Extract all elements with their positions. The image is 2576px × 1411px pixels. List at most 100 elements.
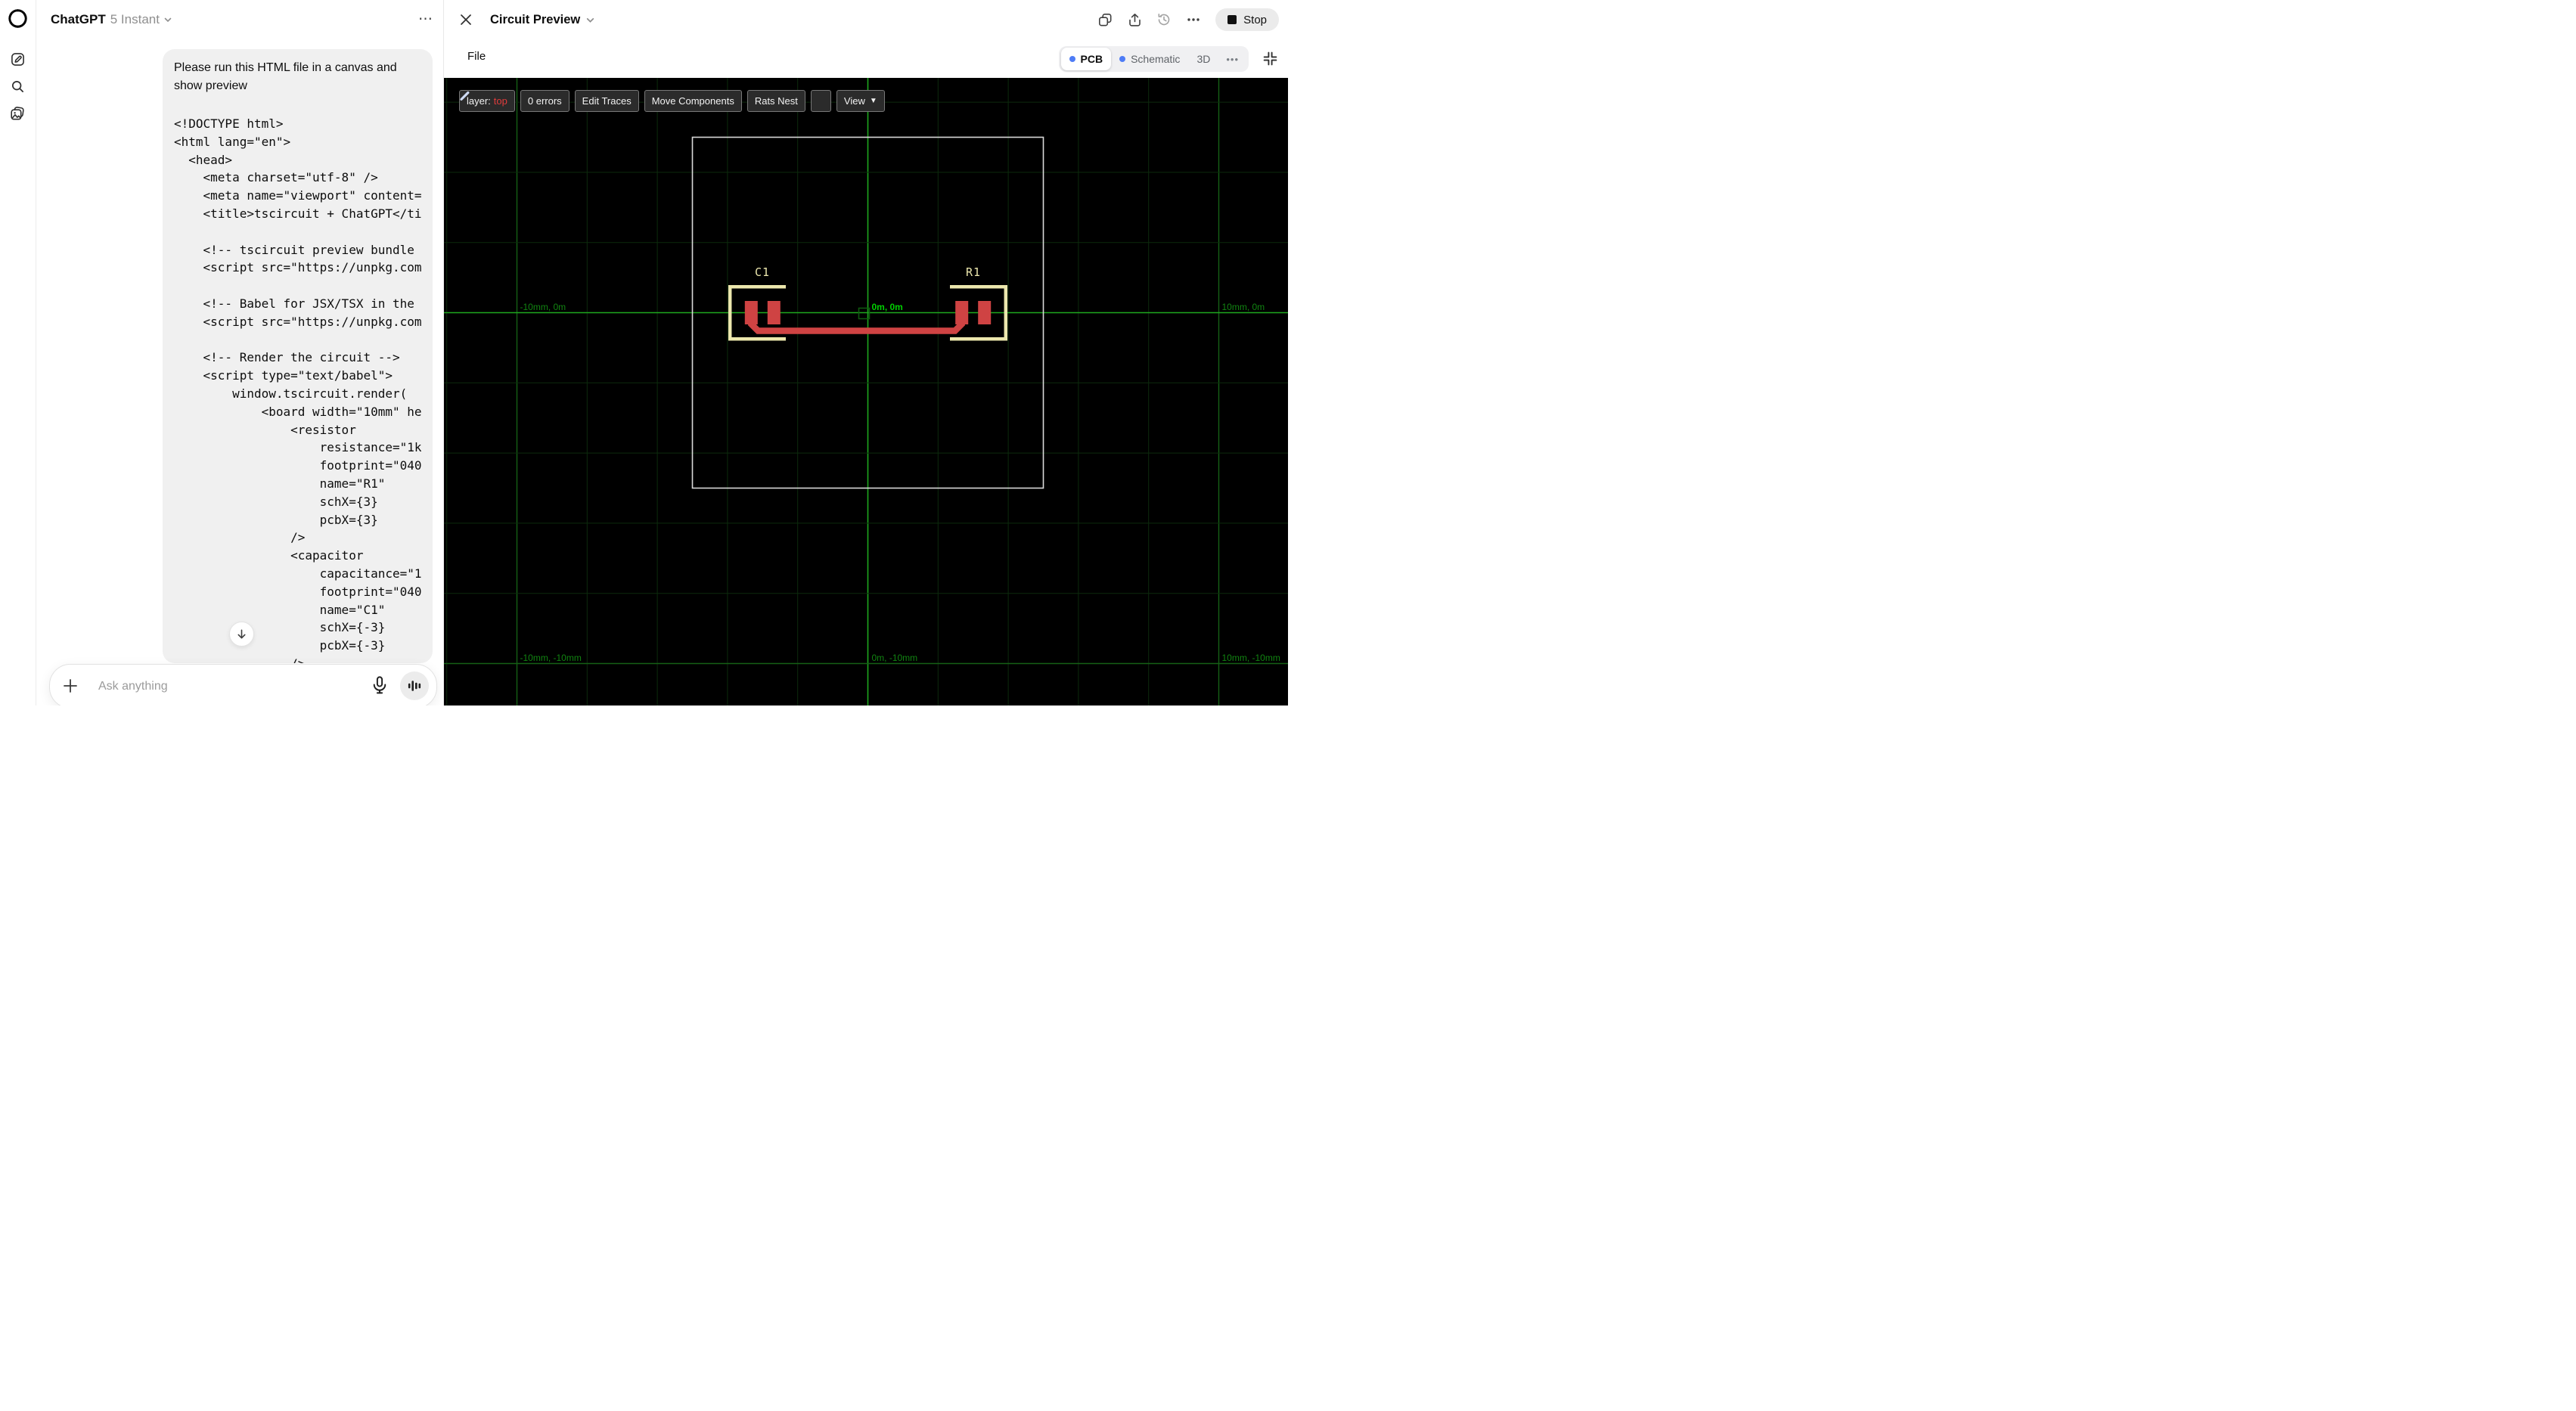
view-caret-icon: ▼ <box>869 97 877 105</box>
grid-coordinate-label: 0m, 0m <box>871 301 903 312</box>
grid-coordinate-label: 10mm, -10mm <box>1221 652 1280 663</box>
code-line: footprint="040 <box>174 458 421 473</box>
code-line: <!-- Babel for JSX/TSX in the <box>174 296 414 311</box>
edit-trace-pencil-icon[interactable] <box>460 90 831 112</box>
code-line: <script src="https://unpkg.com <box>174 314 421 329</box>
code-line: name="C1" <box>174 602 386 617</box>
pcb-toolbar-button[interactable]: Move Components <box>644 90 742 112</box>
code-line: <script type="text/babel"> <box>174 368 393 383</box>
search-icon[interactable] <box>8 77 26 95</box>
preview-title-chevron-down-icon[interactable] <box>585 15 595 25</box>
pcb-trace[interactable] <box>748 318 965 334</box>
preview-actions: Stop <box>1097 0 1279 39</box>
model-name[interactable]: 5 Instant <box>110 12 160 27</box>
app-window: ChatGPT 5 Instant ⋯ Please run this HTML… <box>0 0 1288 706</box>
code-line: <html lang="en"> <box>174 134 291 149</box>
share-icon[interactable] <box>1127 12 1142 27</box>
code-line: <head> <box>174 152 233 167</box>
c1-label[interactable]: C1 <box>740 265 785 279</box>
r1-label[interactable]: R1 <box>951 265 996 279</box>
code-line: <meta charset="utf-8" /> <box>174 170 378 185</box>
preview-title: Circuit Preview <box>490 12 581 26</box>
view-label: View <box>843 95 865 107</box>
code-line: <title>tscircuit + ChatGPT</ti <box>174 206 421 221</box>
stop-square-icon <box>1227 15 1237 24</box>
code-line: window.tscircuit.render( <box>174 386 408 401</box>
tab-3d-label: 3D <box>1196 53 1211 65</box>
pcb-toolbar-button[interactable]: Rats Nest <box>746 90 805 112</box>
preview-header: Circuit Preview Stop <box>444 0 1288 39</box>
code-line: /> <box>174 530 306 545</box>
grid-lines <box>444 78 1288 706</box>
copy-icon[interactable] <box>1097 12 1113 27</box>
pcb-toolbar-button[interactable]: 0 errors <box>520 90 570 112</box>
grid-coordinate-label: 0m, -10mm <box>871 652 918 663</box>
pcb-toolbar: layer: top 0 errors Edit Traces Move Compo… <box>459 90 885 112</box>
scroll-to-bottom-button[interactable] <box>229 622 254 647</box>
code-line: <meta name="viewport" content= <box>174 188 421 203</box>
tab-3d[interactable]: 3D <box>1188 48 1218 70</box>
model-chevron-down-icon[interactable] <box>163 15 172 24</box>
pcb-canvas[interactable]: C1 R1 -10mm, 0m 0m, 0m 10mm, 0m -10mm, -10m… <box>444 78 1288 706</box>
waveform-icon <box>408 681 421 691</box>
stop-label: Stop <box>1243 13 1267 26</box>
code-line: <board width="10mm" he <box>174 404 421 419</box>
file-menu[interactable]: File <box>467 50 486 63</box>
tab-schematic-label: Schematic <box>1131 53 1181 65</box>
openai-logo-icon <box>8 9 27 28</box>
library-icon[interactable] <box>8 104 26 122</box>
message-code-block: <!DOCTYPE html> <html lang="en"> <head> <… <box>174 115 421 663</box>
grid-coordinate-label: 10mm, 0m <box>1221 301 1265 312</box>
grid-coordinate-label: -10mm, -10mm <box>520 652 582 663</box>
tab-pcb-label: PCB <box>1080 53 1103 65</box>
tab-pcb[interactable]: PCB <box>1060 48 1112 70</box>
composer <box>49 664 437 706</box>
code-line: <resistor <box>174 422 356 437</box>
code-line: <!-- Render the circuit --> <box>174 350 400 365</box>
code-line: <script src="https://unpkg.com <box>174 260 421 275</box>
r1-pad-2[interactable] <box>978 301 992 324</box>
code-line: schX={3} <box>174 494 378 509</box>
pcb-toolbar-button[interactable]: Edit Traces <box>574 90 639 112</box>
view-dropdown-button[interactable]: View ▼ <box>836 90 885 112</box>
code-line: pcbX={-3} <box>174 638 386 653</box>
code-line: resistance="1k <box>174 440 421 455</box>
pcb-dot-icon <box>1069 56 1075 62</box>
circuit-preview-panel: Circuit Preview Stop File PCB Schematic … <box>443 0 1288 706</box>
message-text: Please run this HTML file in a canvas an… <box>174 61 397 92</box>
code-line: footprint="040 <box>174 584 421 599</box>
conversation-more-icon[interactable]: ⋯ <box>418 11 434 28</box>
code-line: pcbX={3} <box>174 512 378 527</box>
c1-pad-2[interactable] <box>767 301 781 324</box>
view-toggle-more-icon[interactable]: ••• <box>1218 54 1246 65</box>
attach-plus-icon[interactable] <box>62 678 79 694</box>
microphone-icon[interactable] <box>370 675 390 695</box>
layer-value: top <box>493 95 507 107</box>
code-line: capacitance="1 <box>174 566 421 581</box>
c1-pad-1[interactable] <box>744 301 758 324</box>
r1-pad-1[interactable] <box>955 301 969 324</box>
code-line: <!DOCTYPE html> <box>174 116 284 131</box>
more-options-icon[interactable] <box>1186 12 1201 27</box>
view-mode-toggle: PCB Schematic 3D ••• <box>1058 46 1249 72</box>
sidebar-rail <box>0 0 36 706</box>
collapse-fullscreen-icon[interactable] <box>1262 51 1278 67</box>
voice-mode-button[interactable] <box>400 671 429 700</box>
arrow-down-icon <box>237 629 246 639</box>
code-line: <!-- tscircuit preview bundle <box>174 242 414 257</box>
tab-schematic[interactable]: Schematic <box>1111 48 1188 70</box>
history-icon[interactable] <box>1156 12 1172 27</box>
new-chat-icon[interactable] <box>8 50 26 68</box>
preview-menubar: File PCB Schematic 3D ••• <box>444 39 1288 78</box>
grid-coordinate-label: -10mm, 0m <box>520 301 566 312</box>
code-line: name="R1" <box>174 476 386 491</box>
code-line: <capacitor <box>174 548 364 563</box>
schematic-dot-icon <box>1119 56 1126 62</box>
app-title: ChatGPT <box>51 12 106 26</box>
close-icon[interactable] <box>458 12 473 27</box>
stop-button[interactable]: Stop <box>1215 8 1279 31</box>
message-input[interactable] <box>97 665 319 706</box>
